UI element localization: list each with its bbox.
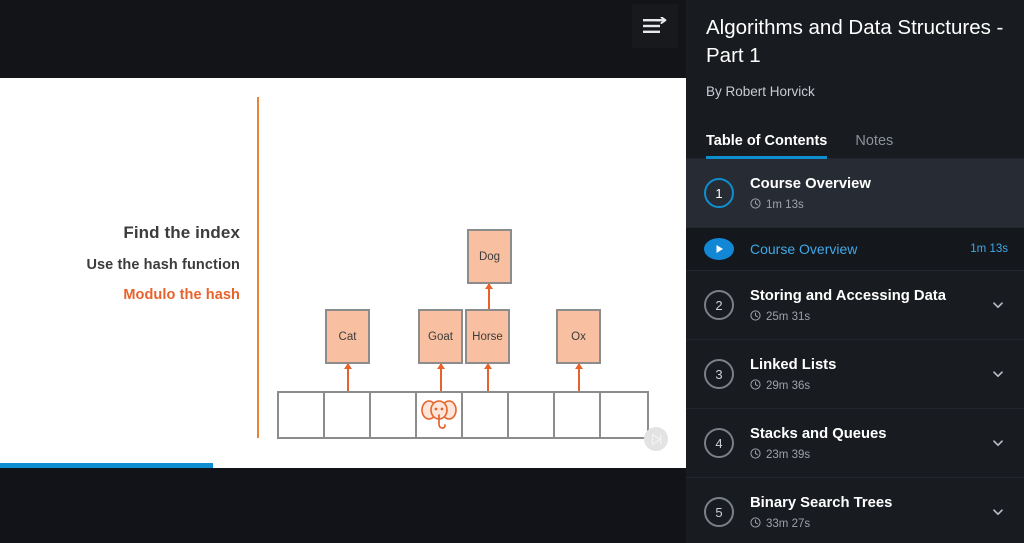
module-number-badge: 2 [704, 290, 734, 320]
toc-module-row[interactable]: 1 Course Overview 1m 13s [686, 159, 1024, 228]
clock-icon [750, 309, 761, 324]
diagram-node-label: Ox [571, 330, 586, 343]
play-icon[interactable] [704, 238, 734, 260]
module-duration-text: 25m 31s [766, 310, 811, 323]
diagram-node: Ox [556, 309, 601, 364]
module-body: Binary Search Trees 33m 27s [750, 494, 988, 531]
chevron-down-icon[interactable] [988, 505, 1008, 519]
toc-module-row[interactable]: 5 Binary Search Trees 33m 27s [686, 478, 1024, 543]
hash-cell [555, 393, 601, 437]
chevron-down-icon[interactable] [988, 367, 1008, 381]
course-player-page: Find the index Use the hash function Mod… [0, 0, 1024, 543]
hash-cell [371, 393, 417, 437]
module-number-badge: 1 [704, 178, 734, 208]
video-player-panel: Find the index Use the hash function Mod… [0, 0, 686, 543]
clock-icon [750, 447, 761, 462]
diagram-node-label: Goat [428, 330, 453, 343]
diagram-arrow-icon [575, 363, 583, 392]
module-number-badge: 5 [704, 497, 734, 527]
hash-cell [463, 393, 509, 437]
diagram-node: Horse [465, 309, 510, 364]
module-duration-text: 29m 36s [766, 379, 811, 392]
clock-icon [750, 378, 761, 393]
diagram-node-label: Cat [338, 330, 357, 343]
module-duration: 1m 13s [750, 197, 988, 212]
skip-play-icon [644, 427, 668, 451]
diagram-arrow-icon [437, 363, 445, 392]
diagram-node-label: Dog [478, 250, 501, 263]
toc-module-row[interactable]: 3 Linked Lists 29m 36s [686, 340, 1024, 409]
module-number-badge: 3 [704, 359, 734, 389]
course-header: Algorithms and Data Structures - Part 1 … [686, 0, 1024, 99]
tab-notes[interactable]: Notes [855, 133, 893, 158]
hash-cell [279, 393, 325, 437]
hash-cell [325, 393, 371, 437]
module-body: Stacks and Queues 23m 39s [750, 425, 988, 462]
player-top-bar [0, 0, 686, 78]
table-of-contents-list: 1 Course Overview 1m 13s Course Overview 1m … [686, 159, 1024, 543]
diagram-arrow-icon [344, 363, 352, 392]
module-title: Stacks and Queues [750, 425, 887, 442]
toc-clip-row[interactable]: Course Overview 1m 13s [686, 228, 1024, 271]
toc-module-row[interactable]: 4 Stacks and Queues 23m 39s [686, 409, 1024, 478]
module-title: Course Overview [750, 175, 871, 192]
menu-arrow-icon[interactable] [632, 4, 678, 48]
module-duration-text: 23m 39s [766, 448, 811, 461]
diagram-node: Dog [467, 229, 512, 284]
clock-icon [750, 197, 761, 212]
hash-cell-elephant-icon [417, 393, 463, 437]
page-title: Algorithms and Data Structures - Part 1 [706, 16, 1004, 67]
clip-duration: 1m 13s [970, 243, 1008, 255]
module-duration: 23m 39s [750, 447, 988, 462]
diagram-node: Cat [325, 309, 370, 364]
tab-table-of-contents[interactable]: Table of Contents [706, 133, 828, 159]
module-title: Linked Lists [750, 356, 837, 373]
diagram-arrow-icon [484, 363, 492, 392]
module-body: Storing and Accessing Data 25m 31s [750, 287, 988, 324]
module-number-badge: 4 [704, 428, 734, 458]
chevron-down-icon[interactable] [988, 436, 1008, 450]
module-duration: 25m 31s [750, 309, 988, 324]
module-duration: 29m 36s [750, 378, 988, 393]
hash-table-diagram: Dog Cat Goat Horse Ox [0, 78, 686, 463]
chevron-down-icon[interactable] [988, 298, 1008, 312]
course-author: By Robert Horvick [706, 84, 815, 99]
clip-title: Course Overview [750, 241, 858, 257]
toc-module-row[interactable]: 2 Storing and Accessing Data 25m 31s [686, 271, 1024, 340]
module-body: Linked Lists 29m 36s [750, 356, 988, 393]
player-bottom-bar [0, 468, 686, 543]
module-duration: 33m 27s [750, 516, 988, 531]
diagram-arrow-icon [485, 283, 493, 309]
module-title: Binary Search Trees [750, 494, 893, 511]
module-body: Course Overview 1m 13s [750, 175, 988, 212]
hash-cell [601, 393, 647, 437]
diagram-node-label: Horse [472, 330, 503, 343]
course-sidebar: Algorithms and Data Structures - Part 1 … [686, 0, 1024, 543]
diagram-node: Goat [418, 309, 463, 364]
hash-table [277, 391, 649, 439]
sidebar-tabs: Table of Contents Notes [686, 121, 1024, 159]
clock-icon [750, 516, 761, 531]
module-duration-text: 1m 13s [766, 198, 804, 211]
module-duration-text: 33m 27s [766, 517, 811, 530]
hash-cell [509, 393, 555, 437]
slide-canvas: Find the index Use the hash function Mod… [0, 78, 686, 463]
module-title: Storing and Accessing Data [750, 287, 946, 304]
